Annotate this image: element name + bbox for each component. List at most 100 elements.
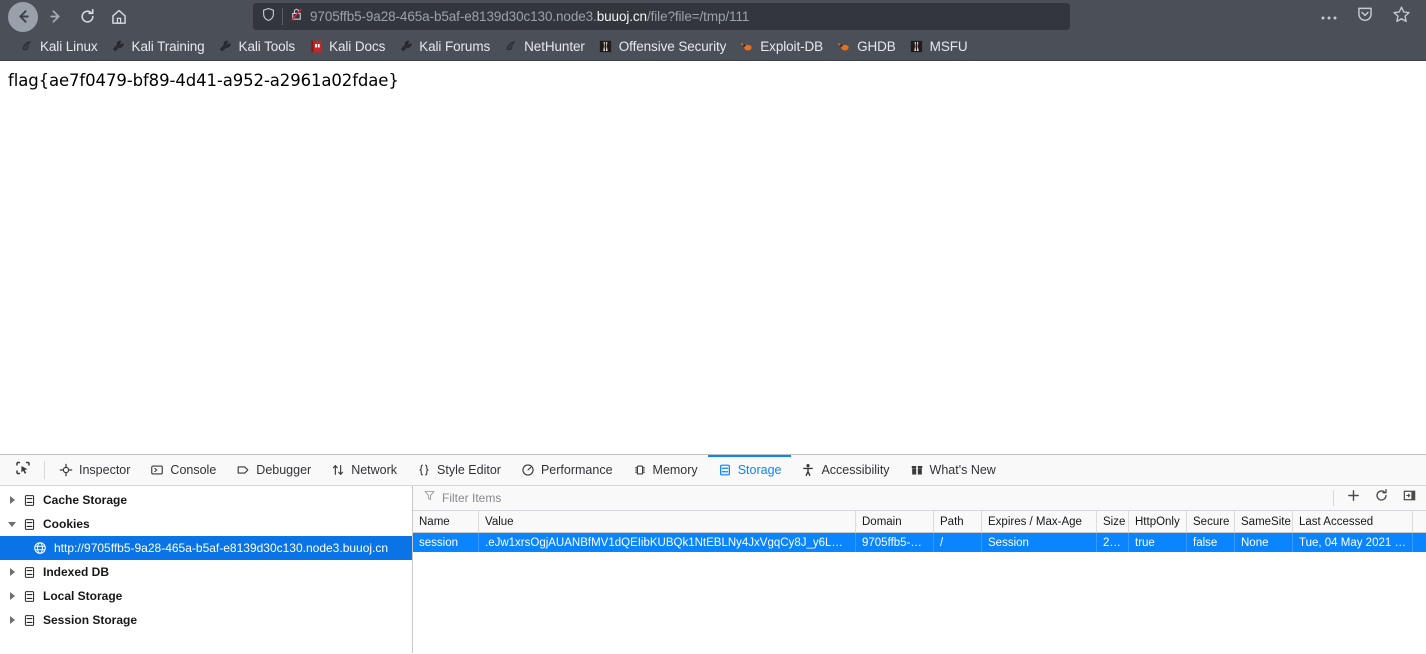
url-bar[interactable]: 9705ffb5-9a28-465a-b5af-e8139d30c130.nod… <box>253 3 1070 30</box>
tab-accessibility[interactable]: Accessibility <box>791 455 899 485</box>
wrench-icon <box>111 39 127 55</box>
bookmark-offensive-security[interactable]: Offensive Security <box>593 35 735 59</box>
tree-item-label: Session Storage <box>43 613 138 627</box>
column-header-domain[interactable]: Domain <box>856 511 934 532</box>
kali-dragon-icon <box>503 39 519 55</box>
cell-domain: 9705ffb5-9a… <box>856 533 934 552</box>
tab-network[interactable]: Network <box>321 455 407 485</box>
tab-label: Performance <box>540 463 613 477</box>
bookmark-star-icon <box>1392 5 1411 29</box>
tree-item-session-storage[interactable]: Session Storage <box>0 608 412 632</box>
column-header-expires[interactable]: Expires / Max-Age <box>982 511 1097 532</box>
cookies-table: Name Value Domain Path Expires / Max-Age… <box>413 511 1426 552</box>
column-header-httponly[interactable]: HttpOnly <box>1129 511 1187 532</box>
tab-style-editor[interactable]: Style Editor <box>407 455 511 485</box>
console-icon <box>150 463 164 477</box>
devtools-panel: Inspector Console Debugger Network Style <box>0 454 1426 653</box>
column-header-size[interactable]: Size <box>1097 511 1129 532</box>
globe-icon <box>32 540 48 556</box>
tab-debugger[interactable]: Debugger <box>226 455 321 485</box>
tab-storage[interactable]: Storage <box>707 455 792 485</box>
tracking-protection-shield-icon[interactable] <box>261 7 276 27</box>
tree-item-label: http://9705ffb5-9a28-465a-b5af-e8139d30c… <box>54 541 389 555</box>
filter-actions <box>1329 487 1422 509</box>
filter-input[interactable]: Filter Items <box>442 491 501 505</box>
forward-button[interactable] <box>40 3 70 31</box>
tree-item-cache-storage[interactable]: Cache Storage <box>0 488 412 512</box>
tab-whats-new[interactable]: What's New <box>900 455 1006 485</box>
column-header-name[interactable]: Name <box>413 511 479 532</box>
toolbar-divider <box>44 461 45 479</box>
bookmark-button[interactable] <box>1386 3 1416 31</box>
tab-label: Style Editor <box>437 463 501 477</box>
pocket-save-button[interactable] <box>1350 3 1380 31</box>
gauge-icon <box>521 463 535 477</box>
chevron-down-icon[interactable] <box>5 517 19 531</box>
element-picker-button[interactable] <box>6 455 40 485</box>
tree-item-indexed-db[interactable]: Indexed DB <box>0 560 412 584</box>
refresh-items-button[interactable] <box>1368 487 1394 509</box>
wrench-icon <box>398 39 414 55</box>
filter-input-wrapper[interactable]: Filter Items <box>423 489 1329 508</box>
devtools-body: Cache Storage Cookies http://9705ffb5-9a… <box>0 486 1426 653</box>
cell-value: .eJw1xrsOgjAUANBfMV1dQEIibKUBQk1NtEBLNy4… <box>479 533 856 552</box>
add-item-button[interactable] <box>1340 487 1366 509</box>
cell-httponly: true <box>1129 533 1187 552</box>
element-picker-icon <box>15 460 31 481</box>
bookmark-kali-training[interactable]: Kali Training <box>106 35 213 59</box>
cell-expires: Session <box>982 533 1097 552</box>
navigation-buttons <box>8 1 134 32</box>
column-header-secure[interactable]: Secure <box>1187 511 1235 532</box>
bookmark-kali-tools[interactable]: Kali Tools <box>213 35 304 59</box>
bookmark-label: Offensive Security <box>618 39 727 54</box>
cell-size: 233 <box>1097 533 1129 552</box>
page-content: flag{ae7f0479-bf89-4d41-a952-a2961a02fda… <box>0 61 1426 454</box>
url-text[interactable]: 9705ffb5-9a28-465a-b5af-e8139d30c130.nod… <box>310 9 749 24</box>
cell-samesite: None <box>1235 533 1293 552</box>
table-row[interactable]: session .eJw1xrsOgjAUANBfMV1dQEIibKUBQk1… <box>413 533 1426 552</box>
exploit-db-icon <box>739 39 755 55</box>
bookmark-kali-linux[interactable]: Kali Linux <box>14 35 106 59</box>
bookmark-msfu[interactable]: MSFU <box>904 35 976 59</box>
add-plus-icon <box>1346 488 1361 508</box>
bookmark-label: NetHunter <box>524 39 585 54</box>
bookmark-kali-forums[interactable]: Kali Forums <box>393 35 498 59</box>
home-button[interactable] <box>104 3 134 31</box>
back-button[interactable] <box>8 1 38 32</box>
insecure-connection-icon[interactable] <box>289 7 304 27</box>
column-header-path[interactable]: Path <box>934 511 982 532</box>
tree-item-cookie-origin[interactable]: http://9705ffb5-9a28-465a-b5af-e8139d30c… <box>0 536 412 560</box>
devtools-tab-bar: Inspector Console Debugger Network Style <box>0 455 1426 486</box>
chevron-right-icon[interactable] <box>5 565 19 579</box>
tab-performance[interactable]: Performance <box>511 455 623 485</box>
bookmark-kali-docs[interactable]: Kali Docs <box>303 35 393 59</box>
tree-item-local-storage[interactable]: Local Storage <box>0 584 412 608</box>
tree-item-cookies[interactable]: Cookies <box>0 512 412 536</box>
bookmark-nethunter[interactable]: NetHunter <box>498 35 593 59</box>
tab-memory[interactable]: Memory <box>623 455 708 485</box>
dock-panel-button[interactable] <box>1396 487 1422 509</box>
offsec-icon <box>598 39 614 55</box>
reload-button[interactable] <box>72 3 102 31</box>
chevron-right-icon[interactable] <box>5 493 19 507</box>
bookmark-exploit-db[interactable]: Exploit-DB <box>734 35 831 59</box>
column-header-samesite[interactable]: SameSite <box>1235 511 1293 532</box>
dock-panel-icon <box>1402 488 1417 508</box>
storage-item-icon <box>21 588 37 604</box>
kali-dragon-icon <box>19 39 35 55</box>
bookmark-label: Kali Training <box>131 39 205 54</box>
more-menu-button[interactable] <box>1314 3 1344 31</box>
tab-inspector[interactable]: Inspector <box>49 455 140 485</box>
storage-table-panel: Filter Items Name Value Domain Path Expi… <box>413 486 1426 653</box>
column-header-value[interactable]: Value <box>479 511 856 532</box>
chevron-right-icon[interactable] <box>5 613 19 627</box>
bookmark-ghdb[interactable]: GHDB <box>831 35 904 59</box>
column-header-last-accessed[interactable]: Last Accessed <box>1293 511 1413 532</box>
bookmark-label: Kali Linux <box>40 39 98 54</box>
filter-bar: Filter Items <box>413 486 1426 511</box>
storage-icon <box>718 463 732 477</box>
tab-console[interactable]: Console <box>140 455 226 485</box>
flag-text: flag{ae7f0479-bf89-4d41-a952-a2961a02fda… <box>8 71 399 90</box>
refresh-icon <box>1374 488 1389 508</box>
chevron-right-icon[interactable] <box>5 589 19 603</box>
